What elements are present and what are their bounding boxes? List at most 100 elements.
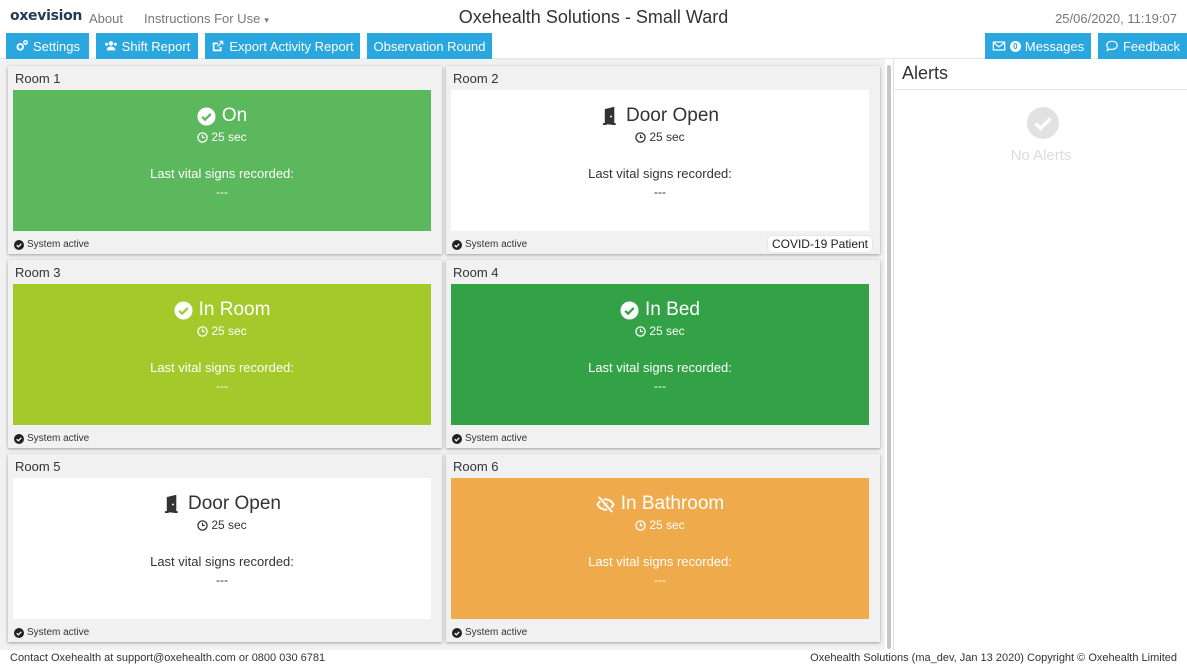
vitals-value: --- xyxy=(654,573,666,587)
check-circle-icon xyxy=(14,239,24,250)
status-line: In Bed xyxy=(620,299,700,321)
status-panel: In Bed 25 sec Last vital signs recorded:… xyxy=(451,284,869,425)
vitals-value: --- xyxy=(654,185,666,199)
vitals-label: Last vital signs recorded: xyxy=(588,360,732,375)
room-card[interactable]: Room 3 In Room 25 sec Last vital signs r… xyxy=(8,260,442,448)
check-circle-icon xyxy=(452,433,462,444)
timer: 25 sec xyxy=(197,518,247,532)
cogs-icon xyxy=(16,40,28,51)
timer-text: 25 sec xyxy=(211,324,247,338)
room-card[interactable]: Room 4 In Bed 25 sec Last vital signs re… xyxy=(446,260,880,448)
comment-icon xyxy=(1106,40,1118,52)
brand-logo[interactable]: oxevision xyxy=(10,8,82,24)
messages-label: Messages xyxy=(1024,38,1085,54)
clock-icon xyxy=(635,131,647,143)
users-icon xyxy=(104,41,117,51)
timer: 25 sec xyxy=(635,130,685,144)
scrollbar-thumb[interactable] xyxy=(887,65,891,649)
covid-patient-tag: COVID-19 Patient xyxy=(767,236,872,252)
status-text: Door Open xyxy=(188,493,281,514)
messages-button[interactable]: 0 Messages xyxy=(985,33,1092,59)
status-text: In Room xyxy=(198,299,271,320)
clock-icon xyxy=(197,519,209,531)
status-line: Door Open xyxy=(601,105,719,127)
check-circle-icon xyxy=(620,300,639,320)
system-status: System active xyxy=(452,239,527,250)
check-circle-icon xyxy=(1027,107,1059,139)
messages-count-badge: 0 xyxy=(1009,40,1021,52)
system-status-text: System active xyxy=(27,239,90,250)
timer-text: 25 sec xyxy=(649,518,685,532)
shift-report-label: Shift Report xyxy=(121,38,191,54)
vitals-value: --- xyxy=(216,573,228,587)
room-name: Room 5 xyxy=(15,459,61,474)
room-grid: Room 1 On 25 sec Last vital signs record… xyxy=(0,59,885,650)
external-link-icon xyxy=(213,40,224,52)
status-panel: Door Open 25 sec Last vital signs record… xyxy=(13,478,431,619)
shift-report-button[interactable]: Shift Report xyxy=(96,33,199,59)
caret-down-icon: ▾ xyxy=(264,15,269,25)
system-status-text: System active xyxy=(465,627,528,638)
observation-round-button[interactable]: Observation Round xyxy=(367,33,493,59)
system-status-text: System active xyxy=(27,627,90,638)
top-nav: About Instructions For Use ▾ xyxy=(89,11,269,26)
vitals-label: Last vital signs recorded: xyxy=(588,554,732,569)
clock-icon xyxy=(635,519,647,531)
vitals-label: Last vital signs recorded: xyxy=(588,166,732,181)
vitals-value: --- xyxy=(216,185,228,199)
timer: 25 sec xyxy=(635,518,685,532)
about-link[interactable]: About xyxy=(89,11,123,26)
room-name: Room 6 xyxy=(453,459,499,474)
check-circle-icon xyxy=(452,627,462,638)
timer: 25 sec xyxy=(197,130,247,144)
vitals-value: --- xyxy=(216,379,228,393)
footer-copyright: Oxehealth Solutions (ma_dev, Jan 13 2020… xyxy=(810,652,1177,664)
export-activity-report-button[interactable]: Export Activity Report xyxy=(205,33,361,59)
status-text: In Bathroom xyxy=(620,493,725,514)
eye-slash-icon xyxy=(596,495,615,513)
status-panel: Door Open 25 sec Last vital signs record… xyxy=(451,90,869,231)
toolbar: Settings Shift Report Export Activity Re… xyxy=(0,33,1187,59)
status-text: In Bed xyxy=(645,299,700,320)
feedback-button[interactable]: Feedback xyxy=(1098,33,1187,59)
system-status: System active xyxy=(14,433,89,444)
system-status: System active xyxy=(452,433,527,444)
alerts-title: Alerts xyxy=(902,63,949,83)
vitals-label: Last vital signs recorded: xyxy=(150,360,294,375)
room-card[interactable]: Room 1 On 25 sec Last vital signs record… xyxy=(8,66,442,254)
status-panel: In Room 25 sec Last vital signs recorded… xyxy=(13,284,431,425)
instructions-dropdown[interactable]: Instructions For Use ▾ xyxy=(144,11,269,26)
check-circle-icon xyxy=(452,239,462,250)
timer-text: 25 sec xyxy=(211,518,247,532)
room-card[interactable]: Room 6 In Bathroom 25 sec Last vital sig… xyxy=(446,454,880,642)
timer: 25 sec xyxy=(197,324,247,338)
room-card[interactable]: Room 5 Door Open 25 sec Last vital signs… xyxy=(8,454,442,642)
footer-contact: Contact Oxehealth at support@oxehealth.c… xyxy=(10,652,326,664)
door-open-icon xyxy=(602,106,616,125)
timer-text: 25 sec xyxy=(211,130,247,144)
system-status: System active xyxy=(14,239,89,250)
envelope-icon xyxy=(992,41,1006,51)
room-grid-scrollbar[interactable] xyxy=(885,59,893,650)
room-card[interactable]: Room 2 Door Open 25 sec Last vital signs… xyxy=(446,66,880,254)
status-line: Door Open xyxy=(163,493,281,515)
door-open-icon xyxy=(164,494,178,513)
timer-text: 25 sec xyxy=(649,324,685,338)
main-content: Room 1 On 25 sec Last vital signs record… xyxy=(0,59,1187,650)
status-line: In Room xyxy=(174,299,271,321)
alerts-divider xyxy=(894,89,1187,90)
check-circle-icon xyxy=(197,106,216,126)
status-line: On xyxy=(197,105,247,127)
room-name: Room 3 xyxy=(15,265,61,280)
top-bar: oxevision About Instructions For Use ▾ Ox… xyxy=(0,0,1187,33)
settings-button[interactable]: Settings xyxy=(6,33,90,59)
room-name: Room 2 xyxy=(453,71,499,86)
clock-icon xyxy=(197,131,209,143)
room-name: Room 1 xyxy=(15,71,61,86)
system-status-text: System active xyxy=(27,433,90,444)
clock-icon xyxy=(197,325,209,337)
status-text: On xyxy=(221,105,248,126)
check-circle-icon xyxy=(14,433,24,444)
status-panel: On 25 sec Last vital signs recorded: --- xyxy=(13,90,431,231)
room-name: Room 4 xyxy=(453,265,499,280)
